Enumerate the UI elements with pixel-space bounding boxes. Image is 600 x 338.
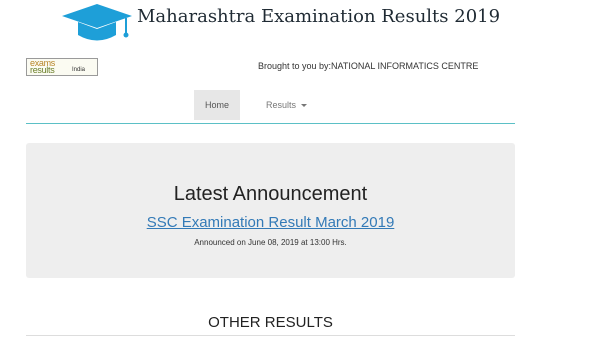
- other-results-heading: OTHER RESULTS: [208, 314, 333, 331]
- logo-text-results: results: [30, 65, 55, 75]
- announcement-heading: Latest Announcement: [173, 183, 368, 205]
- exams-results-india-logo[interactable]: exams results India: [26, 58, 98, 76]
- site-title: Maharashtra Examination Results 2019: [137, 6, 501, 27]
- brought-by-text: Brought to you by:NATIONAL INFORMATICS C…: [258, 61, 479, 71]
- nav-results-label: Results: [266, 100, 297, 110]
- nav-results-dropdown[interactable]: Results: [266, 90, 308, 120]
- navbar-divider: [26, 123, 515, 124]
- caret-down-icon: [301, 103, 308, 107]
- nav-home-tab[interactable]: Home: [194, 90, 240, 120]
- graduation-cap-icon: [62, 4, 132, 41]
- nav-home-label: Home: [204, 100, 229, 110]
- announcement-date: Announced on June 08, 2019 at 13:00 Hrs.: [194, 238, 347, 247]
- logo-text-india: India: [72, 67, 86, 73]
- section-divider: [26, 335, 515, 336]
- ssc-result-link[interactable]: SSC Examination Result March 2019: [26, 214, 515, 231]
- announcement-panel: Latest Announcement SSC Examination Resu…: [26, 143, 515, 278]
